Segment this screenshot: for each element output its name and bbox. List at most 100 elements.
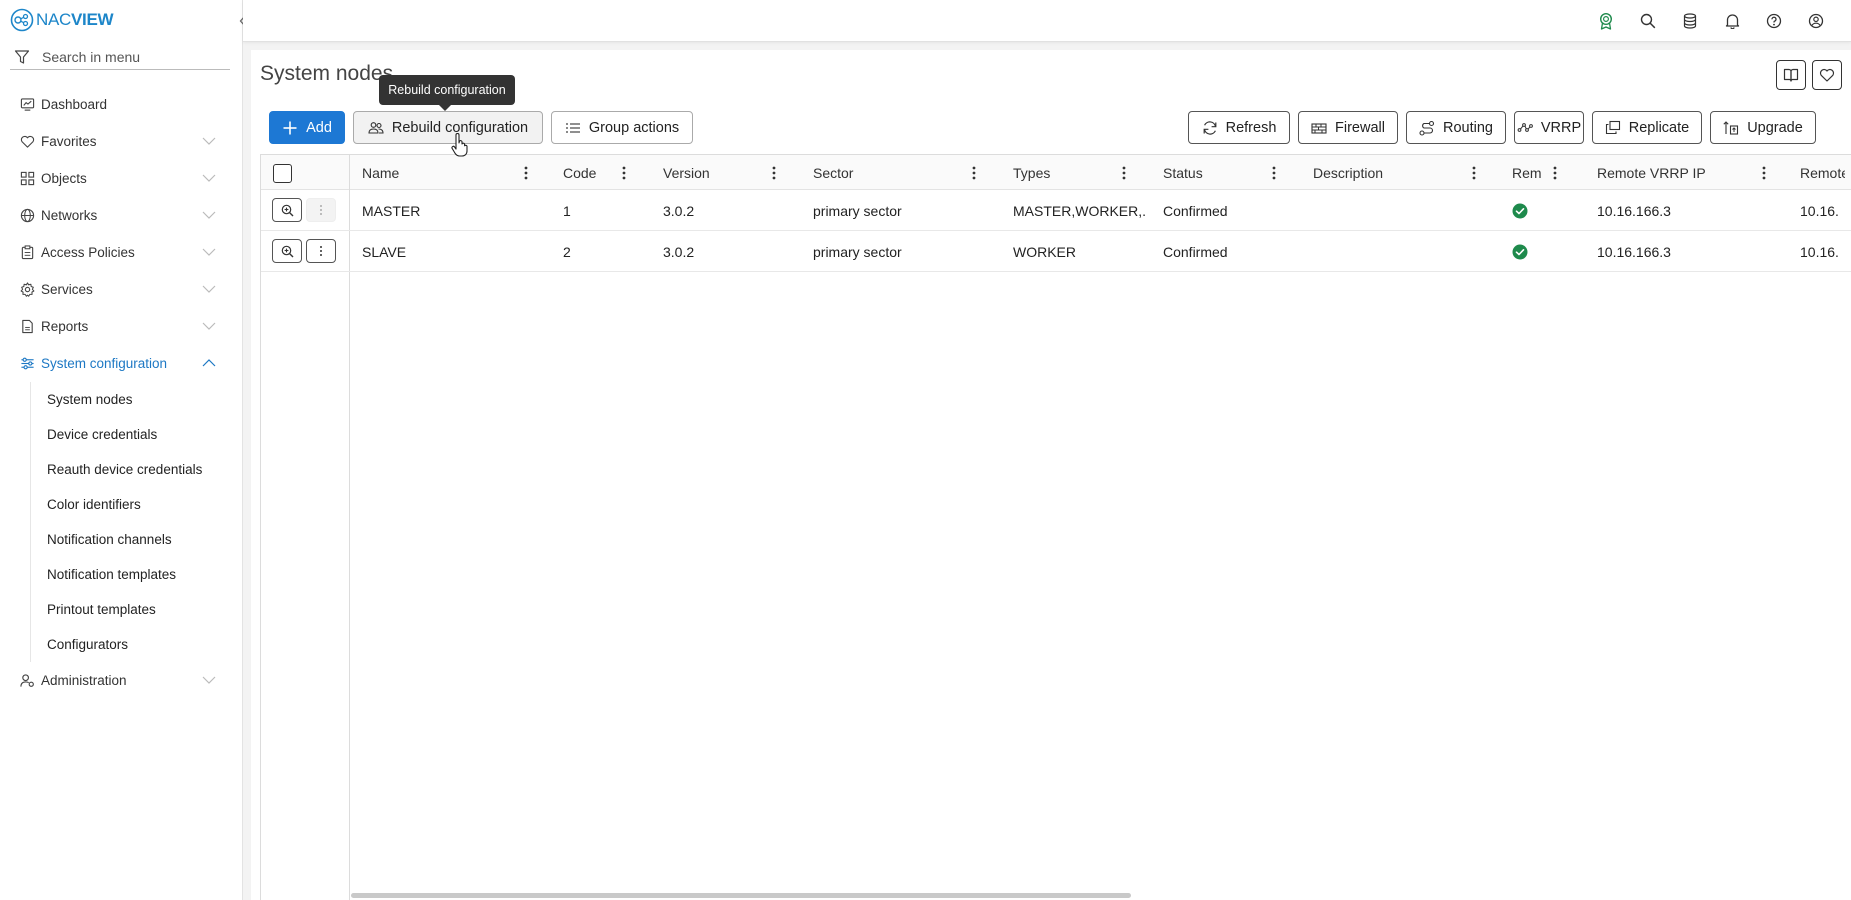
app-logo[interactable]: NACVIEW — [10, 8, 114, 32]
rebuild-configuration-button[interactable]: Rebuild configuration — [353, 111, 543, 144]
cell-name: MASTER — [362, 202, 421, 219]
list-icon — [565, 122, 580, 133]
search-button[interactable] — [1627, 9, 1669, 33]
submenu-item-system-nodes[interactable]: System nodes — [0, 382, 242, 417]
upgrade-label: Upgrade — [1747, 119, 1803, 136]
sidebar-item-objects[interactable]: Objects — [0, 160, 242, 197]
column-header-status[interactable]: Status — [1163, 155, 1203, 190]
user-profile-button[interactable] — [1795, 9, 1837, 33]
add-button[interactable]: Add — [269, 111, 345, 144]
cell-remote — [1512, 231, 1528, 272]
menu-search-input[interactable] — [42, 48, 222, 65]
submenu-item-color-identifiers[interactable]: Color identifiers — [0, 487, 242, 522]
sidebar-item-services[interactable]: Services — [0, 271, 242, 308]
submenu-item-label: System nodes — [47, 392, 133, 407]
submenu-item-printout-templates[interactable]: Printout templates — [0, 592, 242, 627]
sidebar-item-reports[interactable]: Reports — [0, 308, 242, 345]
upgrade-button[interactable]: Upgrade — [1710, 111, 1816, 144]
column-header-code[interactable]: Code — [563, 155, 596, 190]
kebab-menu-icon[interactable] — [970, 165, 978, 181]
cell-version: 3.0.2 — [663, 243, 695, 260]
group-actions-button[interactable]: Group actions — [551, 111, 693, 144]
help-button[interactable] — [1753, 9, 1795, 33]
kebab-menu-icon[interactable] — [620, 165, 628, 181]
sidebar-item-label: Dashboard — [41, 97, 108, 112]
kebab-menu-icon[interactable] — [770, 165, 778, 181]
chevron-down-icon — [202, 211, 216, 219]
refresh-button[interactable]: Refresh — [1188, 111, 1290, 144]
submenu-item-notification-channels[interactable]: Notification channels — [0, 522, 242, 557]
kebab-menu-icon[interactable] — [1120, 165, 1128, 181]
view-details-button[interactable] — [272, 239, 302, 263]
database-button[interactable] — [1669, 9, 1711, 33]
logo-icon — [10, 8, 34, 32]
submenu-item-label: Color identifiers — [47, 497, 141, 512]
kebab-menu-icon[interactable] — [522, 165, 530, 181]
submenu-item-configurators[interactable]: Configurators — [0, 627, 242, 662]
submenu-item-reauth-device-credentials[interactable]: Reauth device credentials — [0, 452, 242, 487]
column-header-label: Remote VRRP IP — [1597, 164, 1706, 181]
system-configuration-submenu: System nodes Device credentials Reauth d… — [0, 382, 242, 662]
table-row[interactable]: MASTER 1 3.0.2 primary sector MASTER,WOR… — [261, 190, 1851, 231]
row-menu-button[interactable] — [306, 239, 336, 263]
routing-button[interactable]: Routing — [1406, 111, 1506, 144]
replicate-button[interactable]: Replicate — [1592, 111, 1702, 144]
column-header-remote-extra[interactable]: Remote — [1800, 155, 1845, 190]
column-header-remote-vrrp-ip[interactable]: Remote VRRP IP — [1597, 155, 1706, 190]
help-icon — [1766, 13, 1782, 29]
submenu-item-label: Notification channels — [47, 532, 172, 547]
add-to-favorites-button[interactable] — [1812, 60, 1842, 90]
vrrp-button[interactable]: VRRP — [1514, 111, 1584, 144]
group-actions-label: Group actions — [588, 119, 680, 136]
sidebar-item-administration[interactable]: Administration — [0, 662, 242, 699]
sidebar-item-system-configuration[interactable]: System configuration — [0, 345, 242, 382]
refresh-icon — [1203, 120, 1217, 135]
logo-text: NACVIEW — [36, 10, 114, 29]
top-bar — [243, 0, 1851, 42]
sidebar-item-dashboard[interactable]: Dashboard — [0, 86, 242, 123]
documentation-button[interactable] — [1776, 60, 1806, 90]
submenu-item-notification-templates[interactable]: Notification templates — [0, 557, 242, 592]
kebab-menu-icon[interactable] — [1470, 165, 1478, 181]
column-header-sector[interactable]: Sector — [813, 155, 853, 190]
cell-remote-vrrp-ip: 10.16.166.3 — [1597, 243, 1671, 260]
view-details-button[interactable] — [272, 198, 302, 222]
column-header-remote[interactable]: Remote — [1512, 155, 1542, 190]
sidebar-item-access-policies[interactable]: Access Policies — [0, 234, 242, 271]
cell-name: SLAVE — [362, 243, 407, 260]
sidebar-item-label: Objects — [41, 171, 87, 186]
cell-code: 1 — [563, 202, 571, 219]
submenu-item-label: Configurators — [47, 637, 129, 652]
table-header: Name Code Version Sector Types Status De… — [261, 155, 1851, 190]
column-header-label: Code — [563, 164, 597, 181]
kebab-menu-icon[interactable] — [1270, 165, 1278, 181]
column-header-name[interactable]: Name — [362, 155, 399, 190]
award-icon — [1599, 12, 1613, 30]
column-header-version[interactable]: Version — [663, 155, 710, 190]
firewall-icon — [1311, 122, 1327, 134]
table-row[interactable]: SLAVE 2 3.0.2 primary sector WORKER Conf… — [261, 231, 1851, 272]
firewall-button[interactable]: Firewall — [1298, 111, 1398, 144]
award-button[interactable] — [1585, 9, 1627, 33]
hand-cursor-icon — [451, 133, 468, 157]
upgrade-icon — [1723, 120, 1739, 135]
column-header-types[interactable]: Types — [1013, 155, 1050, 190]
horizontal-scrollbar[interactable] — [351, 893, 1131, 898]
cell-remote-extra: 10.16. — [1800, 243, 1839, 260]
replicate-label: Replicate — [1628, 119, 1690, 136]
routing-label: Routing — [1443, 119, 1493, 136]
row-menu-button[interactable] — [306, 198, 336, 222]
kebab-menu-icon[interactable] — [1760, 165, 1768, 181]
copy-icon — [1605, 120, 1620, 134]
sidebar-item-favorites[interactable]: Favorites — [0, 123, 242, 160]
kebab-menu-icon[interactable] — [1551, 165, 1559, 181]
vrrp-icon — [1517, 122, 1533, 132]
globe-icon — [20, 208, 35, 223]
notifications-button[interactable] — [1711, 9, 1753, 33]
sidebar-item-networks[interactable]: Networks — [0, 197, 242, 234]
submenu-item-device-credentials[interactable]: Device credentials — [0, 417, 242, 452]
column-header-description[interactable]: Description — [1313, 155, 1383, 190]
vrrp-label: VRRP — [1540, 119, 1582, 136]
cell-remote-vrrp-ip: 10.16.166.3 — [1597, 202, 1671, 219]
tooltip: Rebuild configuration — [379, 75, 515, 111]
